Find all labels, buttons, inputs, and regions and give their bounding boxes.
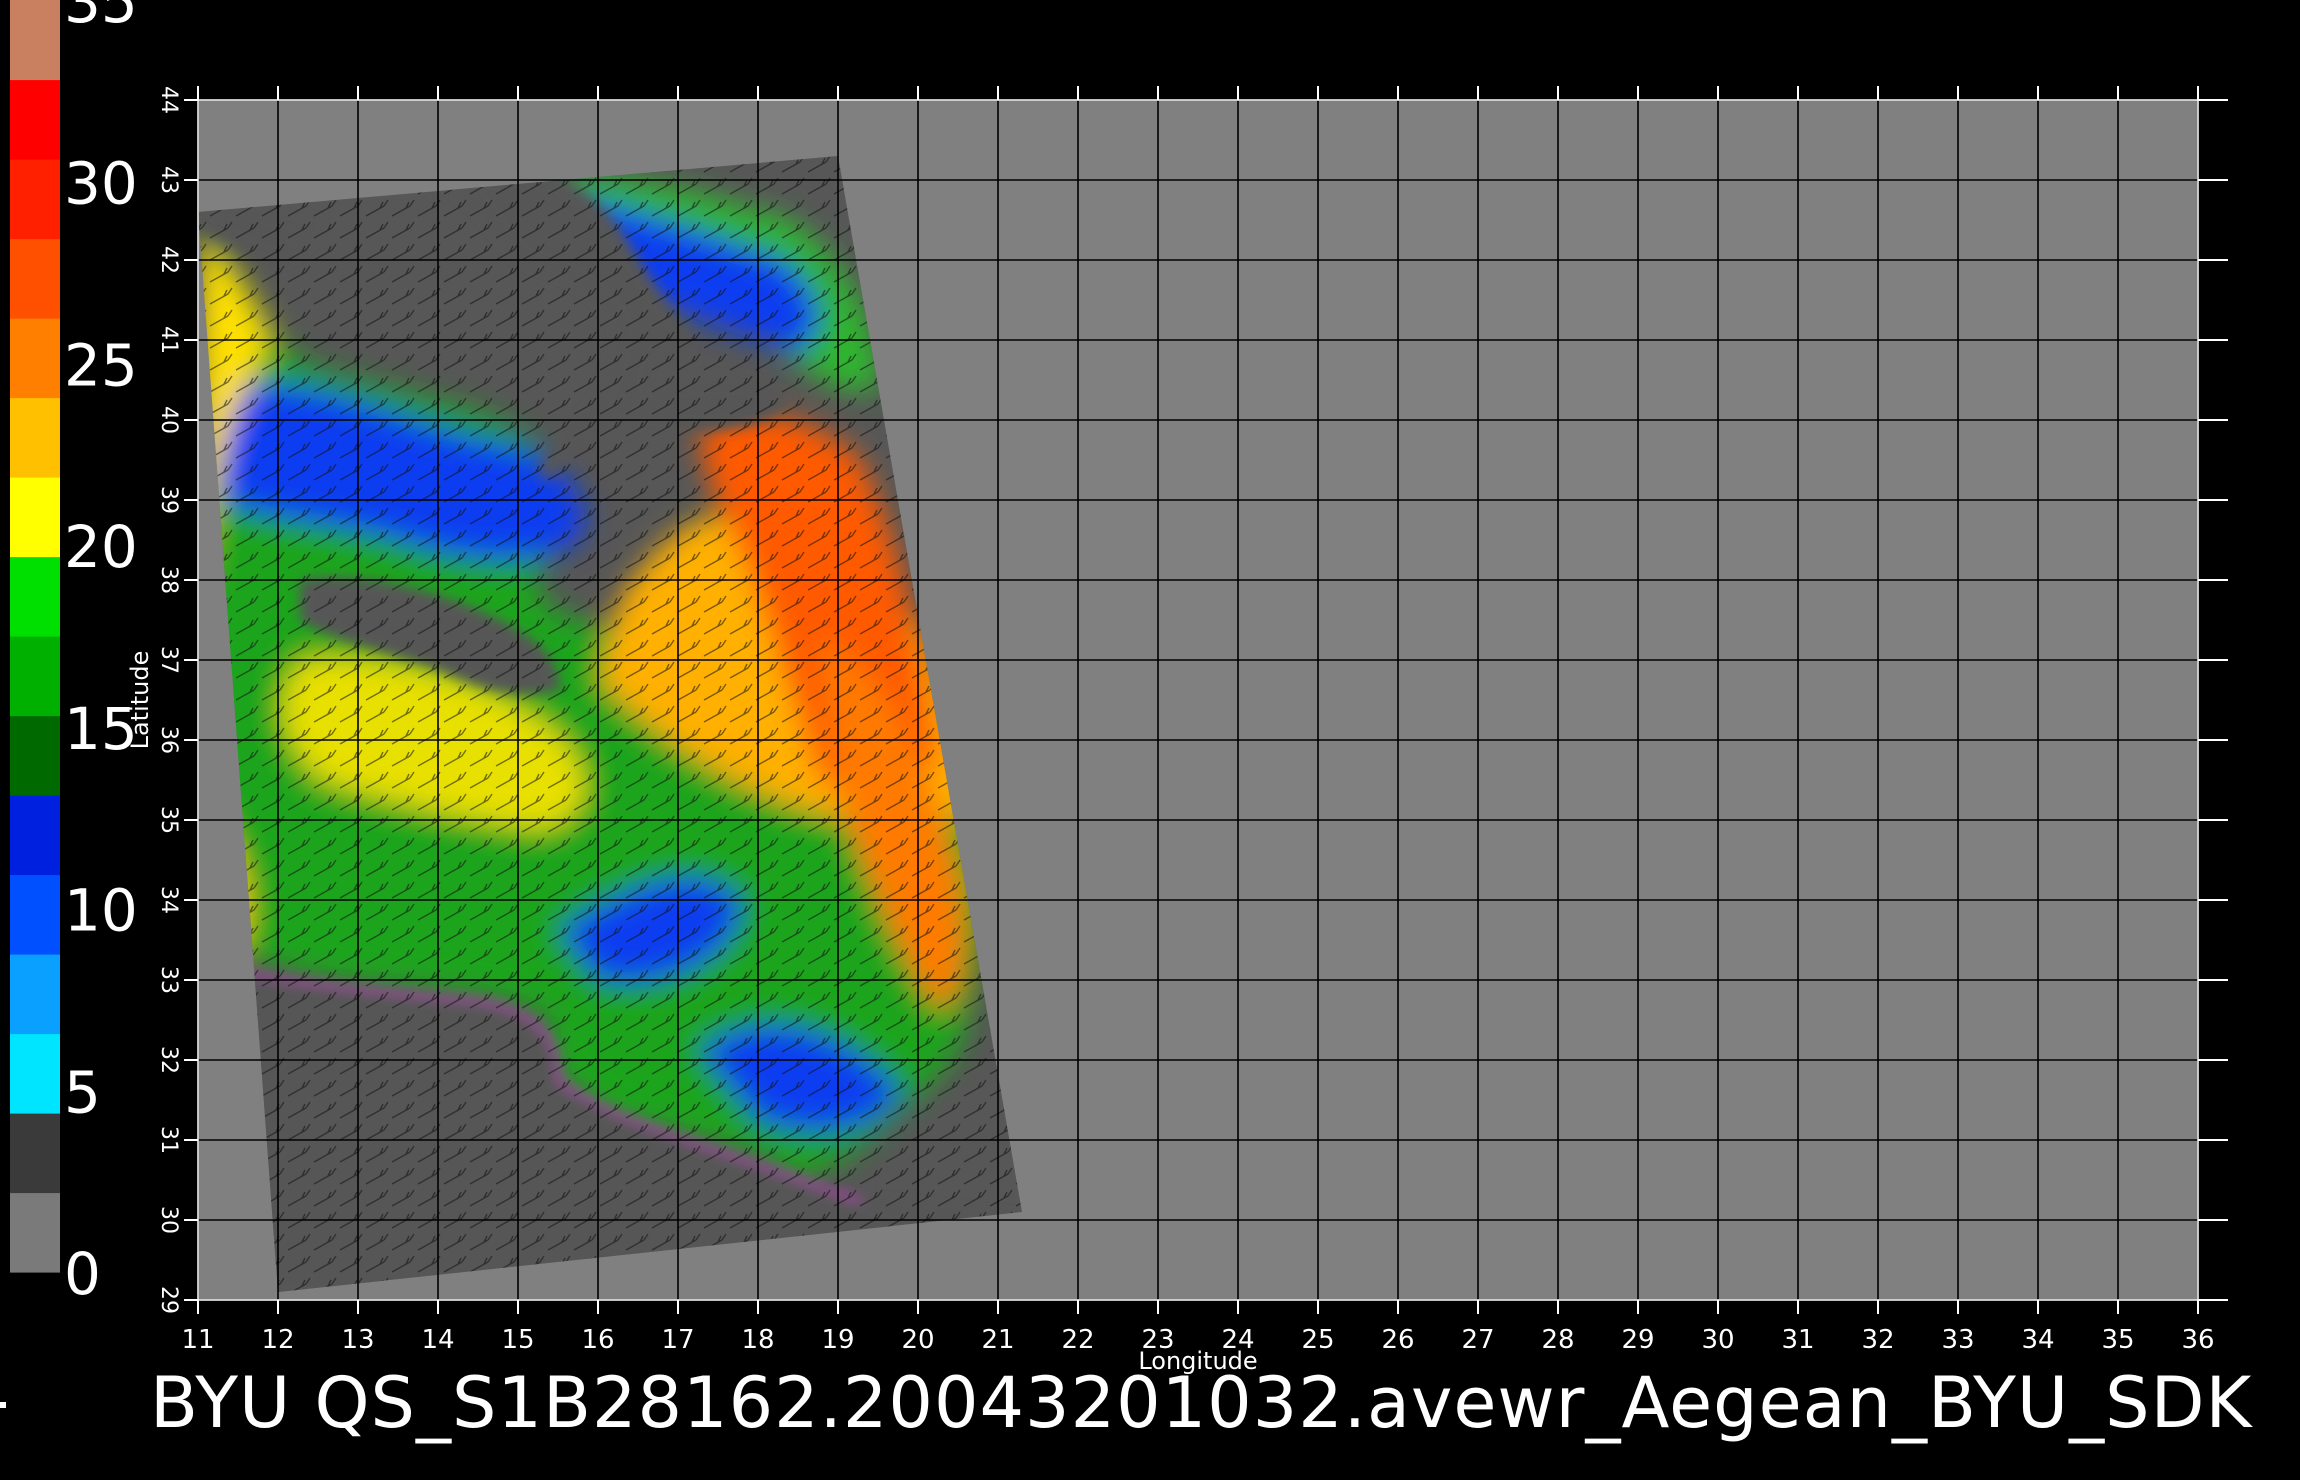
- x-tick-label: 30: [1701, 1325, 1734, 1355]
- x-tick-label: 32: [1861, 1325, 1894, 1355]
- y-axis-title: Latitude: [126, 651, 154, 750]
- x-tick-label: 20: [901, 1325, 934, 1355]
- x-tick-label: 12: [261, 1325, 294, 1355]
- x-tick-label: 16: [581, 1325, 614, 1355]
- x-tick-label: 31: [1781, 1325, 1814, 1355]
- colorbar-segment: [10, 715, 60, 796]
- colorbar-segment: [10, 318, 60, 399]
- colorbar-segment: [10, 636, 60, 717]
- y-tick-label: 41: [156, 326, 181, 354]
- x-tick-label: 13: [341, 1325, 374, 1355]
- x-tick-label: 11: [181, 1325, 214, 1355]
- colorbar-segment: [10, 0, 60, 81]
- y-tick-label: 33: [156, 966, 181, 994]
- colorbar-segment: [10, 159, 60, 240]
- colorbar-tick-label: 25: [64, 331, 138, 399]
- colorbar-tick-label: 30: [64, 150, 138, 218]
- colorbar-segment: [10, 954, 60, 1035]
- colorbar-segment: [10, 397, 60, 478]
- colorbar-segment: [10, 238, 60, 319]
- colorbar-segment: [10, 874, 60, 955]
- y-tick-label: 44: [156, 86, 181, 114]
- colorbar-segment: [10, 795, 60, 876]
- x-tick-label: 17: [661, 1325, 694, 1355]
- x-tick-label: 29: [1621, 1325, 1654, 1355]
- colorbar-tick-label: 35: [64, 0, 138, 36]
- colorbar-tick-label: 20: [64, 513, 138, 581]
- colorbar-tick-label: 5: [64, 1058, 101, 1126]
- caption-bullet: [0, 1402, 6, 1408]
- colorbar-segment: [10, 556, 60, 637]
- y-tick-label: 34: [156, 886, 181, 914]
- colorbar-tick-label: 10: [64, 877, 138, 945]
- x-tick-label: 19: [821, 1325, 854, 1355]
- x-tick-label: 21: [981, 1325, 1014, 1355]
- x-tick-label: 34: [2021, 1325, 2054, 1355]
- y-tick-label: 35: [156, 806, 181, 834]
- y-tick-label: 31: [156, 1126, 181, 1154]
- y-tick-label: 32: [156, 1046, 181, 1074]
- colorbar: [10, 0, 60, 1273]
- y-tick-label: 43: [156, 166, 181, 194]
- colorbar-segment: [10, 1113, 60, 1194]
- y-tick-label: 29: [156, 1286, 181, 1314]
- x-tick-label: 27: [1461, 1325, 1494, 1355]
- colorbar-segment: [10, 1192, 60, 1273]
- x-tick-label: 33: [1941, 1325, 1974, 1355]
- x-tick-label: 26: [1381, 1325, 1414, 1355]
- image-caption: BYU QS_S1B28162.20043201032.avewr_Aegean…: [150, 1362, 2253, 1444]
- y-tick-label: 38: [156, 566, 181, 594]
- colorbar-segment: [10, 1033, 60, 1114]
- y-tick-label: 37: [156, 646, 181, 674]
- x-tick-label: 14: [421, 1325, 454, 1355]
- x-tick-label: 15: [501, 1325, 534, 1355]
- x-tick-label: 18: [741, 1325, 774, 1355]
- y-tick-label: 42: [156, 246, 181, 274]
- colorbar-segment: [10, 477, 60, 558]
- x-tick-label: 35: [2101, 1325, 2134, 1355]
- colorbar-tick-label: 0: [64, 1240, 101, 1308]
- y-tick-label: 36: [156, 726, 181, 754]
- y-tick-label: 39: [156, 486, 181, 514]
- wind-map: 35 30 25 20 15 10 5 0 11 12 13 14 15 16 17 18 1…: [10, 0, 2228, 1375]
- y-tick-label: 40: [156, 406, 181, 434]
- x-tick-label: 28: [1541, 1325, 1574, 1355]
- x-tick-label: 36: [2181, 1325, 2214, 1355]
- colorbar-segment: [10, 79, 60, 160]
- x-tick-label: 25: [1301, 1325, 1334, 1355]
- x-tick-label: 22: [1061, 1325, 1094, 1355]
- y-tick-label: 30: [156, 1206, 181, 1234]
